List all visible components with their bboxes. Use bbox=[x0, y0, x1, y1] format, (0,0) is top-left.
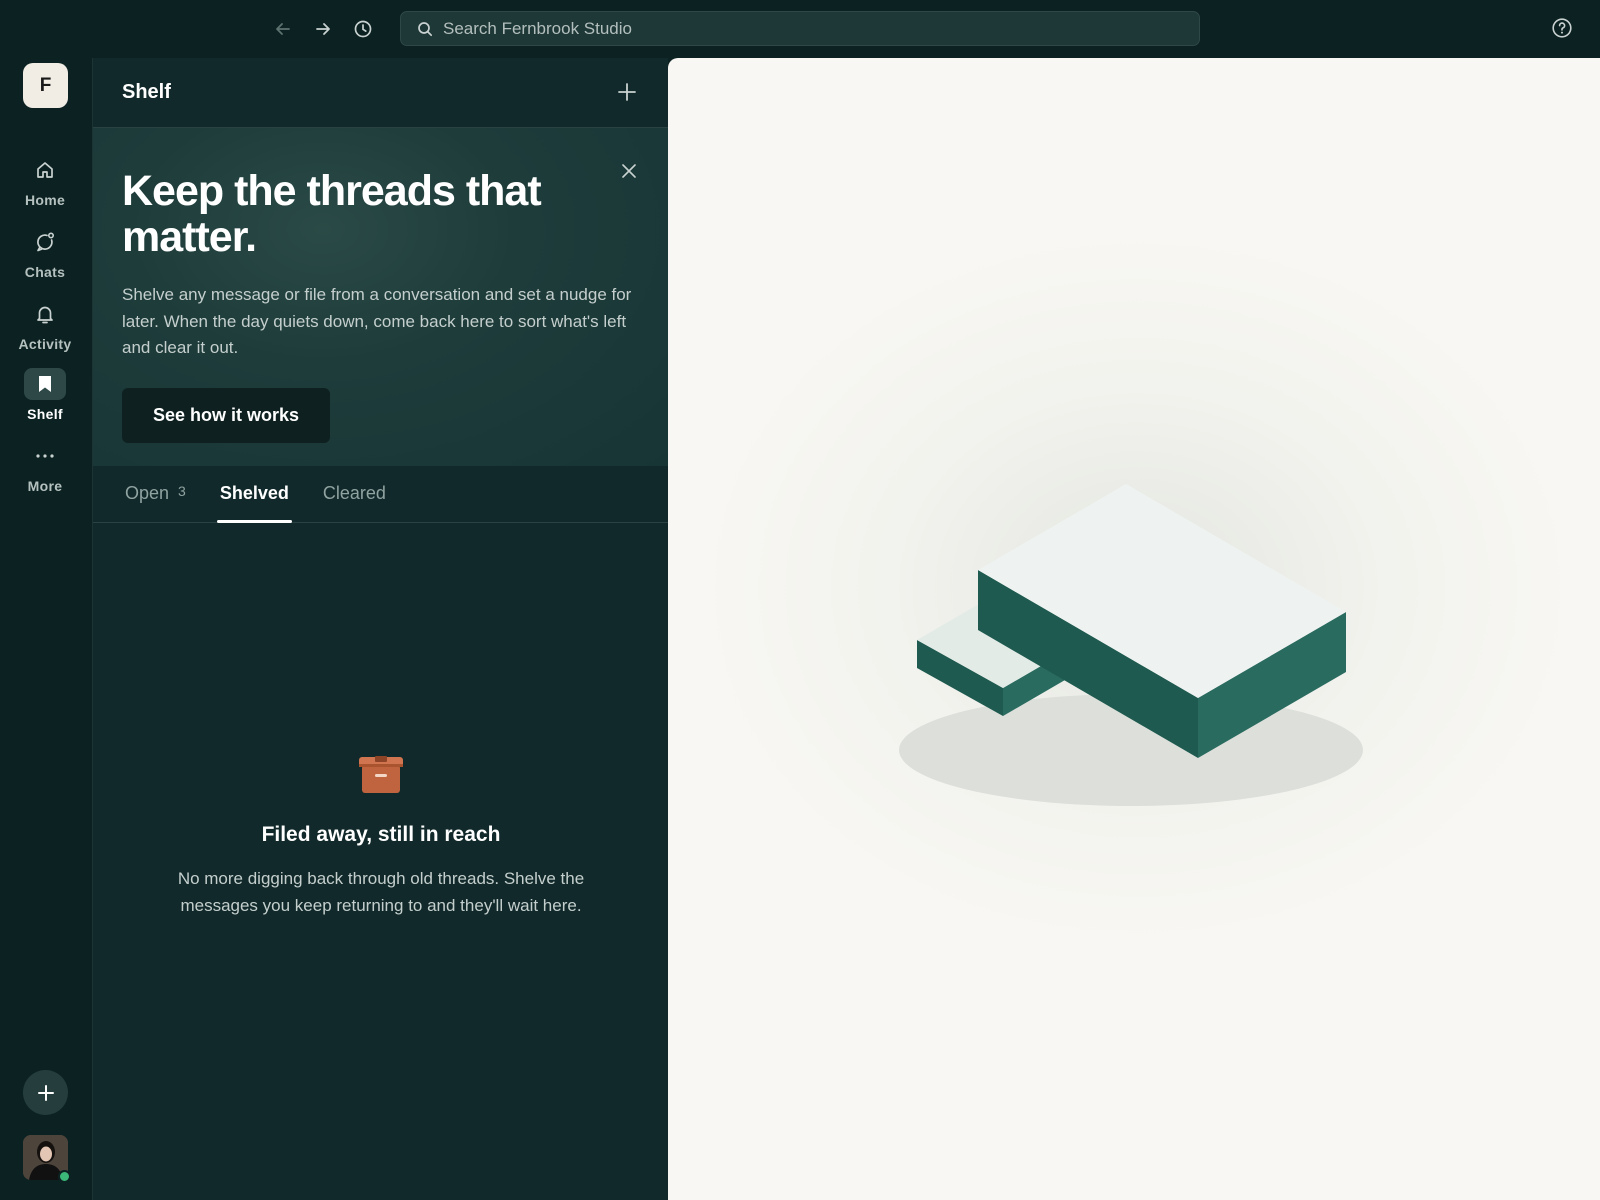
compose-button[interactable] bbox=[23, 1070, 68, 1115]
see-how-it-works-button[interactable]: See how it works bbox=[122, 387, 331, 443]
promo-body: Shelve any message or file from a conver… bbox=[122, 285, 632, 357]
rail-label-more: More bbox=[27, 478, 63, 494]
rail-item-home[interactable]: Home bbox=[0, 154, 90, 220]
detail-pane bbox=[668, 58, 1600, 1200]
empty-state: Filed away, still in reach No more diggi… bbox=[93, 753, 669, 919]
rail-label-chats: Chats bbox=[24, 264, 66, 280]
archive-box-icon bbox=[358, 753, 404, 795]
more-icon bbox=[24, 440, 66, 472]
tab-shelved[interactable]: Shelved bbox=[216, 465, 292, 523]
presence-indicator bbox=[58, 1170, 71, 1183]
rail-item-more[interactable]: More bbox=[0, 440, 90, 506]
home-icon bbox=[24, 154, 66, 186]
bell-icon bbox=[24, 298, 66, 330]
shelf-illustration bbox=[899, 484, 1363, 806]
rail-label-activity: Activity bbox=[18, 336, 72, 352]
tab-count-open: 3 bbox=[178, 482, 186, 499]
tab-cleared[interactable]: Cleared bbox=[320, 465, 389, 522]
empty-state-title: Filed away, still in reach bbox=[261, 823, 501, 846]
tab-open[interactable]: Open 3 bbox=[122, 465, 189, 522]
shelf-tabs: Open 3 Shelved Cleared bbox=[93, 466, 668, 523]
help-icon[interactable] bbox=[1551, 17, 1575, 41]
search-bar[interactable] bbox=[400, 11, 1200, 46]
search-input[interactable] bbox=[443, 18, 1163, 39]
close-icon[interactable] bbox=[618, 160, 640, 182]
forward-arrow-icon[interactable] bbox=[311, 17, 335, 41]
plus-icon bbox=[37, 1084, 54, 1101]
history-clock-icon[interactable] bbox=[351, 17, 375, 41]
workspace-switcher[interactable]: F bbox=[23, 63, 68, 108]
user-avatar[interactable] bbox=[23, 1135, 71, 1183]
promo-banner: Keep the threads that matter. Shelve any… bbox=[93, 128, 668, 466]
panel-title: Shelf bbox=[122, 81, 171, 103]
back-arrow-icon[interactable] bbox=[271, 17, 295, 41]
panel-header: Shelf bbox=[93, 58, 668, 128]
tab-label-open: Open bbox=[125, 483, 170, 503]
left-rail: F Home Chats Activity Shelf More bbox=[0, 58, 90, 1200]
promo-heading: Keep the threads that matter. bbox=[122, 167, 542, 261]
add-icon[interactable] bbox=[616, 81, 640, 105]
rail-label-shelf: Shelf bbox=[27, 406, 63, 422]
tab-label-cleared: Cleared bbox=[322, 483, 386, 503]
chat-icon bbox=[24, 226, 66, 258]
rail-item-activity[interactable]: Activity bbox=[0, 298, 90, 364]
rail-label-home: Home bbox=[24, 192, 66, 208]
search-icon bbox=[417, 21, 433, 37]
tab-label-shelved: Shelved bbox=[219, 483, 289, 503]
rail-item-shelf[interactable]: Shelf bbox=[0, 368, 90, 434]
top-bar bbox=[0, 0, 1600, 58]
shelf-panel: Shelf Keep the threads that matter. Shel… bbox=[92, 58, 668, 1200]
empty-state-body: No more digging back through old threads… bbox=[177, 869, 585, 915]
rail-item-chats[interactable]: Chats bbox=[0, 226, 90, 292]
bookmark-icon bbox=[24, 368, 66, 400]
